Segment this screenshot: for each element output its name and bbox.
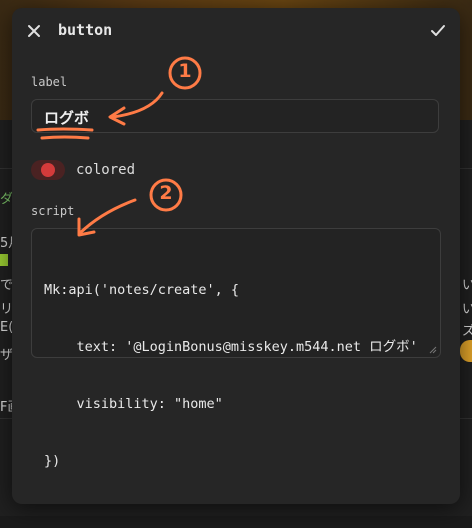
colored-toggle[interactable]	[31, 160, 65, 180]
script-line: })	[44, 453, 61, 469]
script-field-label: script	[31, 204, 75, 218]
background-text: ズ	[462, 324, 472, 339]
background-tag	[0, 254, 8, 266]
background-text: い	[462, 302, 472, 317]
dialog-title: button	[58, 21, 113, 39]
toggle-knob	[41, 163, 55, 177]
resize-grip-icon[interactable]	[429, 346, 437, 354]
script-textarea[interactable]: Mk:api('notes/create', { text: '@LoginBo…	[31, 228, 441, 469]
label-input[interactable]: ログボ	[31, 99, 439, 133]
annotation-number-1: 1	[178, 60, 192, 82]
confirm-button[interactable]	[426, 19, 450, 43]
background-emoji	[460, 340, 472, 362]
colored-switch-row: colored	[31, 158, 135, 182]
label-field-label: label	[31, 75, 68, 89]
close-icon	[28, 25, 40, 37]
background-text: い	[462, 278, 472, 293]
check-icon	[431, 25, 445, 36]
button-editor-dialog: button label ログボ colored script Mk:api('…	[12, 8, 460, 504]
script-line: Mk:api('notes/create', {	[44, 282, 240, 298]
dialog-header: button	[12, 8, 460, 54]
script-line: text: '@LoginBonus@misskey.m544.net ログボ'	[44, 339, 418, 355]
script-line: visibility: "home"	[44, 396, 223, 412]
annotation-number-2: 2	[159, 182, 173, 204]
close-button[interactable]	[22, 19, 46, 43]
colored-toggle-label: colored	[76, 162, 136, 178]
